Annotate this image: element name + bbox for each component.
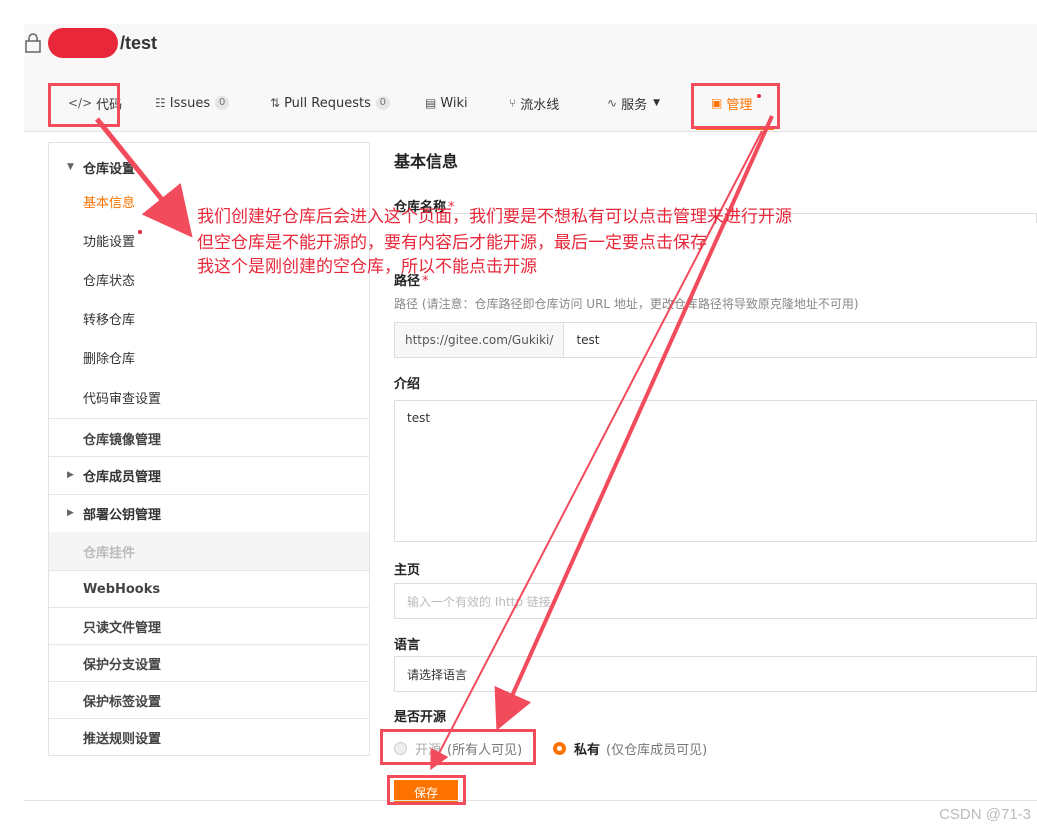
radio-private-text: 私有 — [574, 743, 601, 758]
tab-pipeline-label: 流水线 — [520, 97, 560, 113]
pipeline-icon: ⑂ — [509, 96, 517, 110]
annotation-line-2: 但空仓库是不能开源的，要有内容后才能开源，最后一定要点击保存 — [197, 233, 707, 253]
homepage-input[interactable]: 输入一个有效的 Ihttp 链接 — [394, 583, 1037, 619]
repo-name[interactable]: /test — [120, 33, 157, 54]
sidebar-item-label: 推送规则设置 — [83, 731, 162, 747]
repo-title: /test — [24, 28, 157, 58]
tab-services[interactable]: ∿ 服务 ▼ — [607, 82, 660, 124]
wiki-icon: ▤ — [425, 96, 437, 110]
caret-down-icon: ▼ — [67, 162, 74, 172]
sidebar-item-label: 转移仓库 — [83, 312, 136, 328]
issues-count-badge: 0 — [215, 96, 230, 110]
annotation-box-manage — [691, 83, 780, 129]
sidebar-item-label: 仓库挂件 — [83, 545, 136, 561]
sidebar-item-protected-tags[interactable]: 保护标签设置 — [49, 681, 369, 719]
language-select[interactable]: 请选择语言 — [394, 656, 1037, 692]
caret-right-icon: ▶ — [67, 508, 74, 518]
footer-divider — [24, 800, 1037, 801]
sidebar-item-delete[interactable]: 删除仓库 — [49, 338, 369, 376]
pull-requests-count-badge: 0 — [375, 96, 390, 110]
sidebar-group-label: 部署公钥管理 — [83, 507, 162, 523]
annotation-line-1: 我们创建好仓库后会进入这个页面，我们要是不想私有可以点击管理来进行开源 — [197, 207, 792, 227]
tab-wiki-label: Wiki — [440, 95, 468, 111]
annotation-box-public — [380, 729, 536, 765]
open-source-label: 是否开源 — [394, 710, 447, 725]
intro-textarea[interactable]: test — [394, 400, 1037, 542]
sidebar-item-label: 只读文件管理 — [83, 620, 162, 636]
watermark: CSDN @71-3 — [939, 806, 1031, 823]
sidebar-item-readonly-files[interactable]: 只读文件管理 — [49, 607, 369, 645]
homepage-placeholder: 输入一个有效的 Ihttp 链接 — [407, 594, 551, 609]
sidebar-group-deploy-keys[interactable]: ▶ 部署公钥管理 — [49, 495, 369, 531]
issues-icon: ☷ — [155, 96, 166, 110]
radio-private-circle[interactable] — [553, 742, 566, 755]
radio-private-label: 私有 (仅仓库成员可见) — [574, 739, 707, 758]
sidebar-item-label: 删除仓库 — [83, 351, 136, 367]
sidebar-item-plugins: 仓库挂件 — [49, 532, 369, 570]
sidebar-item-label: 仓库状态 — [83, 273, 136, 289]
sidebar-group-label: 仓库设置 — [83, 161, 136, 177]
tab-pull-requests-label: Pull Requests — [284, 95, 371, 111]
tab-issues[interactable]: ☷ Issues 0 — [155, 82, 230, 124]
sidebar-item-label: 代码审查设置 — [83, 391, 162, 407]
radio-private[interactable]: 私有 (仅仓库成员可见) — [553, 739, 707, 758]
sidebar-item-label: 保护标签设置 — [83, 694, 162, 710]
path-prefix: https://gitee.com/Gukiki/ — [395, 323, 565, 357]
sidebar-item-label: 保护分支设置 — [83, 657, 162, 673]
sidebar-group-repo-settings[interactable]: ▼ 仓库设置 — [49, 149, 369, 185]
pulse-icon: ∿ — [607, 96, 618, 110]
sidebar-item-protected-branches[interactable]: 保护分支设置 — [49, 644, 369, 682]
sidebar-item-push-rules[interactable]: 推送规则设置 — [49, 718, 369, 756]
chevron-down-icon: ▼ — [653, 98, 660, 108]
path-hint: 路径 (请注意：仓库路径即仓库访问 URL 地址，更改仓库路径将导致原克隆地址不… — [394, 297, 859, 311]
sidebar-item-webhooks[interactable]: WebHooks — [49, 570, 369, 608]
tab-wiki[interactable]: ▤ Wiki — [425, 82, 468, 124]
notification-dot — [138, 230, 142, 234]
annotation-box-save — [387, 775, 466, 805]
tab-services-label: 服务 — [621, 97, 648, 113]
sidebar-item-label: 仓库镜像管理 — [83, 432, 162, 448]
annotation-box-code — [48, 83, 120, 127]
intro-label: 介绍 — [394, 377, 421, 392]
sidebar-group-members[interactable]: ▶ 仓库成员管理 — [49, 457, 369, 493]
language-value: 请选择语言 — [407, 667, 468, 682]
path-value: test — [576, 333, 600, 347]
radio-private-sub: (仅仓库成员可见) — [606, 743, 708, 758]
sidebar-item-mirror[interactable]: 仓库镜像管理 — [49, 419, 369, 457]
annotation-line-3: 我这个是刚创建的空仓库，所以不能点击开源 — [197, 257, 537, 277]
page-title: 基本信息 — [394, 152, 459, 171]
lock-icon — [24, 33, 42, 53]
tab-issues-label: Issues — [169, 95, 211, 111]
language-label: 语言 — [394, 638, 421, 653]
tab-pipeline[interactable]: ⑂ 流水线 — [509, 82, 559, 124]
sidebar-item-label: 功能设置 — [83, 234, 136, 250]
sidebar-group-label: 仓库成员管理 — [83, 469, 162, 485]
sidebar-item-transfer[interactable]: 转移仓库 — [49, 299, 369, 337]
pull-request-icon: ⇅ — [270, 96, 281, 110]
intro-value: test — [407, 411, 431, 425]
sidebar-item-label: WebHooks — [83, 581, 161, 597]
sidebar-item-code-review[interactable]: 代码审查设置 — [49, 378, 369, 416]
caret-right-icon: ▶ — [67, 470, 74, 480]
tab-pull-requests[interactable]: ⇅ Pull Requests 0 — [270, 82, 390, 124]
path-field[interactable]: https://gitee.com/Gukiki/ test — [394, 322, 1037, 358]
sidebar-item-label: 基本信息 — [83, 195, 136, 211]
homepage-label: 主页 — [394, 563, 421, 578]
redacted-owner-mark — [48, 28, 118, 58]
